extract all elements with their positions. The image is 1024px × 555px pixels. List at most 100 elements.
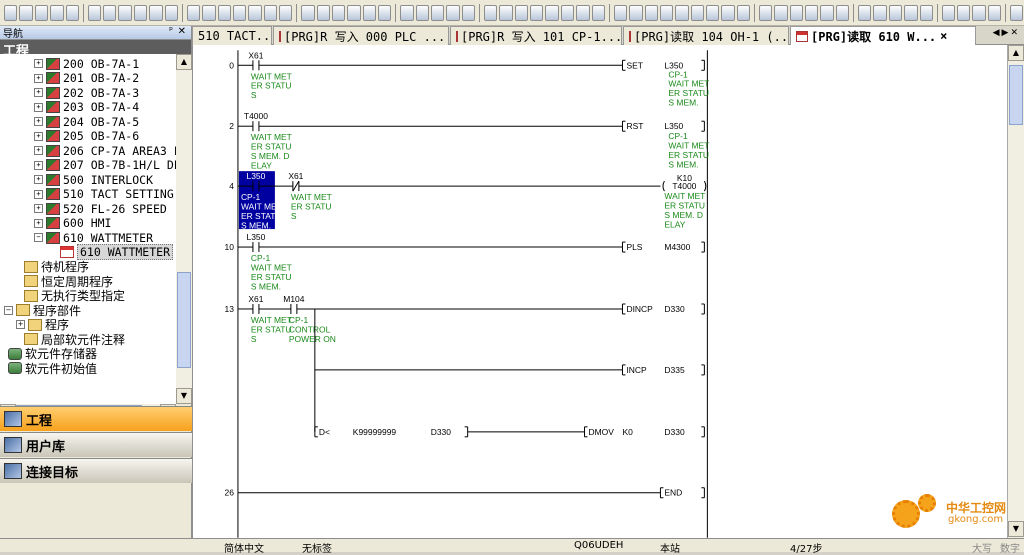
pin-icon[interactable]: ᵖ (169, 26, 173, 36)
toolbar-button-icon[interactable] (613, 4, 628, 21)
expand-icon[interactable]: + (34, 146, 43, 155)
toolbar-button-icon[interactable] (378, 4, 392, 21)
toolbar-button-icon[interactable] (736, 4, 751, 21)
tree-item[interactable]: − 610 WATTMETER (34, 230, 153, 245)
toolbar-button-icon[interactable] (4, 4, 18, 21)
scroll-up-icon[interactable]: ▲ (176, 54, 192, 70)
tree-item[interactable]: +200 OB-7A-1 (34, 56, 139, 71)
tree-item[interactable]: − 程序部件 (4, 303, 81, 318)
editor-tab[interactable]: [PRG]读取 104 OH-1 (... (623, 26, 789, 45)
toolbar-button-icon[interactable] (675, 4, 689, 21)
tree-item[interactable]: +202 OB-7A-3 (34, 85, 139, 100)
tree-item[interactable]: +510 TACT SETTING (34, 187, 174, 202)
tree-item[interactable]: +520 FL-26 SPEED (34, 201, 167, 216)
tree-item[interactable]: +203 OB-7A-4 (34, 100, 139, 115)
expand-icon[interactable]: + (34, 131, 43, 141)
expand-icon[interactable]: + (34, 218, 43, 228)
toolbar-button-icon[interactable] (957, 4, 971, 21)
nav-bar-project[interactable]: 工程 (0, 406, 192, 431)
editor-tab[interactable]: [PRG]读取 610 W... × (790, 26, 976, 45)
toolbar-button-icon[interactable] (316, 4, 330, 21)
toolbar-button-icon[interactable] (87, 4, 102, 21)
tree-item[interactable]: 软元件初始值 (8, 361, 97, 376)
toolbar-button-icon[interactable] (331, 4, 346, 21)
toolbar-button-icon[interactable] (820, 4, 834, 21)
nav-bar-user-library[interactable]: 用户库 (0, 432, 192, 457)
toolbar-button-icon[interactable] (545, 4, 559, 21)
toolbar-button-icon[interactable] (873, 4, 887, 21)
expand-icon[interactable]: + (34, 204, 43, 213)
nav-bar-connection[interactable]: 连接目标 (0, 458, 192, 483)
toolbar-button-icon[interactable] (279, 4, 293, 21)
tree-item[interactable]: +206 CP-7A AREA3 FD (34, 143, 176, 158)
toolbar-button-icon[interactable] (1010, 4, 1024, 21)
toolbar-button-icon[interactable] (263, 4, 277, 21)
expand-icon[interactable]: − (34, 233, 43, 242)
toolbar-button-icon[interactable] (431, 4, 445, 21)
toolbar-button-icon[interactable] (149, 4, 163, 21)
expand-icon[interactable]: + (34, 88, 43, 97)
toolbar-button-icon[interactable] (904, 4, 918, 21)
toolbar-button-icon[interactable] (217, 4, 231, 21)
expand-icon[interactable]: + (34, 175, 43, 184)
expand-icon[interactable]: + (34, 59, 43, 68)
toolbar-button-icon[interactable] (415, 4, 429, 21)
expand-icon[interactable]: + (34, 189, 43, 199)
toolbar-button-icon[interactable] (706, 4, 720, 21)
toolbar-button-icon[interactable] (461, 4, 476, 21)
toolbar-button-icon[interactable] (347, 4, 361, 21)
close-icon[interactable]: ✕ (178, 26, 186, 37)
tree-item[interactable]: +205 OB-7A-6 (34, 129, 139, 144)
scroll-thumb[interactable] (1009, 65, 1023, 125)
toolbar-button-icon[interactable] (65, 4, 79, 21)
toolbar-button-icon[interactable] (34, 4, 49, 21)
toolbar-button-icon[interactable] (248, 4, 262, 21)
toolbar-button-icon[interactable] (721, 4, 735, 21)
tree-item[interactable]: +204 OB-7A-5 (34, 114, 139, 129)
toolbar-button-icon[interactable] (690, 4, 704, 21)
toolbar-button-icon[interactable] (858, 4, 872, 21)
tree-item[interactable]: +207 OB-7B-1H/L DL- (34, 158, 176, 173)
close-tab-icon[interactable]: × (940, 29, 947, 43)
toolbar-button-icon[interactable] (362, 4, 377, 21)
expand-icon[interactable]: + (34, 117, 43, 126)
toolbar-button-icon[interactable] (659, 4, 674, 21)
toolbar-button-icon[interactable] (972, 4, 986, 21)
toolbar-button-icon[interactable] (164, 4, 178, 21)
scroll-thumb[interactable] (177, 272, 191, 368)
toolbar-button-icon[interactable] (888, 4, 903, 21)
toolbar-button-icon[interactable] (186, 4, 201, 21)
toolbar-button-icon[interactable] (400, 4, 414, 21)
expand-icon[interactable]: + (34, 73, 43, 83)
expand-icon[interactable]: + (16, 320, 25, 329)
toolbar-button-icon[interactable] (629, 4, 643, 21)
editor-tab[interactable]: [PRG]R 写入 101 CP-1... (450, 26, 622, 45)
toolbar-button-icon[interactable] (232, 4, 247, 21)
toolbar-button-icon[interactable] (530, 4, 544, 21)
toolbar-button-icon[interactable] (499, 4, 513, 21)
tree-item[interactable]: +201 OB-7A-2 (34, 71, 139, 86)
editor-tab[interactable]: [PRG]R 写入 000 PLC ... (273, 26, 449, 45)
toolbar-button-icon[interactable] (789, 4, 804, 21)
toolbar-button-icon[interactable] (941, 4, 956, 21)
tree-vertical-scrollbar[interactable]: ▲ ▼ (176, 54, 192, 404)
scroll-down-icon[interactable]: ▼ (176, 388, 192, 404)
toolbar-button-icon[interactable] (301, 4, 315, 21)
editor-tab[interactable]: 510 TACT... (192, 26, 272, 45)
expand-icon[interactable]: − (4, 305, 13, 315)
toolbar-button-icon[interactable] (19, 4, 33, 21)
toolbar-button-icon[interactable] (576, 4, 590, 21)
toolbar-button-icon[interactable] (50, 4, 64, 21)
tab-scroll-icons[interactable]: ◀▶✕ (993, 28, 1020, 38)
ladder-vertical-scrollbar[interactable]: ▲ ▼ (1007, 45, 1024, 538)
toolbar-button-icon[interactable] (118, 4, 132, 21)
toolbar-button-icon[interactable] (483, 4, 498, 21)
toolbar-button-icon[interactable] (560, 4, 575, 21)
expand-icon[interactable]: + (34, 160, 43, 170)
toolbar-button-icon[interactable] (805, 4, 819, 21)
toolbar-button-icon[interactable] (514, 4, 529, 21)
toolbar-button-icon[interactable] (133, 4, 148, 21)
toolbar-button-icon[interactable] (774, 4, 788, 21)
toolbar-button-icon[interactable] (835, 4, 850, 21)
expand-icon[interactable]: + (34, 102, 43, 112)
